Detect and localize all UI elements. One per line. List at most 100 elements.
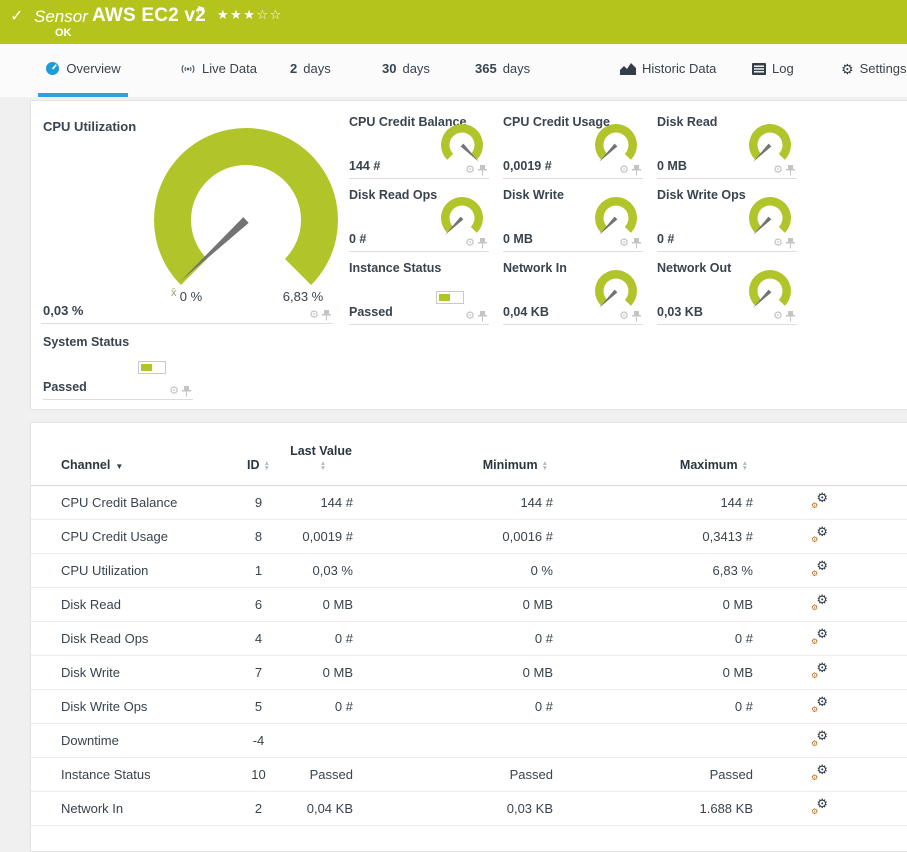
channel-gear-icon[interactable]: ⚙ [465, 311, 475, 322]
pin-icon[interactable] [632, 238, 641, 249]
tab-historic-data[interactable]: Historic Data [620, 44, 716, 93]
channel-settings-icon[interactable]: ⚙ ⚙ [811, 661, 828, 680]
channel-settings-icon[interactable]: ⚙ ⚙ [811, 695, 828, 714]
pin-icon[interactable] [478, 311, 487, 322]
panel-actions: ⚙ [619, 311, 641, 322]
pin-icon[interactable] [786, 311, 795, 322]
channel-gear-icon[interactable]: ⚙ [773, 165, 783, 176]
sort-icon: ▲ ▼ [319, 459, 327, 472]
tab-settings[interactable]: ⚙ Settings [841, 44, 907, 93]
panel-actions: ⚙ [773, 311, 795, 322]
tab-live-data[interactable]: Live Data [180, 44, 257, 93]
channel-name[interactable]: Disk Read [31, 587, 231, 622]
channel-settings-icon[interactable]: ⚙ ⚙ [811, 559, 828, 578]
pin-icon[interactable] [632, 165, 641, 176]
panel-title: Disk Read Ops [349, 188, 438, 202]
tab-label-number: 365 [475, 61, 497, 76]
table-row-cpu-credit-balance: CPU Credit Balance 9 144 #144 #144 # ⚙ ⚙ [31, 485, 907, 520]
maximum-value [556, 723, 756, 758]
column-header-minimum[interactable]: Minimum ▲ ▼ [356, 443, 556, 486]
channel-name[interactable]: CPU Credit Usage [31, 519, 231, 554]
last-value: 0 # [286, 621, 356, 656]
channel-settings-icon[interactable]: ⚙ ⚙ [811, 627, 828, 646]
channel-settings-icon[interactable]: ⚙ ⚙ [811, 797, 828, 816]
panel-title: Disk Read [657, 115, 718, 129]
channel-name[interactable]: Downtime [31, 723, 231, 758]
channel-gear-icon[interactable]: ⚙ [619, 311, 629, 322]
row-actions-cell: ⚙ ⚙ [756, 689, 907, 724]
channel-name[interactable]: CPU Utilization [31, 553, 231, 588]
mini-panel-disk-write: Disk Write 0 MB ⚙ [503, 186, 643, 252]
panel-title: System Status [43, 335, 130, 349]
row-actions-cell: ⚙ ⚙ [756, 791, 907, 826]
channel-name[interactable]: CPU Credit Balance [31, 485, 231, 520]
sort-desc-icon: ▼ [115, 462, 124, 471]
column-header-maximum[interactable]: Maximum ▲ ▼ [556, 443, 756, 486]
channel-settings-icon[interactable]: ⚙ ⚙ [811, 491, 828, 510]
channel-id: 7 [231, 655, 286, 690]
panel-title: Disk Write [503, 188, 564, 202]
channel-gear-icon[interactable]: ⚙ [309, 310, 319, 321]
table-row-instance-status: Instance Status 10 Passed Passed Passed ⚙ ⚙ [31, 757, 907, 792]
mini-gauge [749, 124, 791, 162]
column-header-last-value[interactable]: Last Value ▲ ▼ [286, 443, 356, 486]
mini-panel-disk-write-ops: Disk Write Ops 0 # ⚙ [657, 186, 797, 252]
channel-settings-icon[interactable]: ⚙ ⚙ [811, 763, 828, 782]
pin-icon[interactable] [632, 311, 641, 322]
channel-name[interactable]: Instance Status [31, 757, 231, 792]
priority-stars[interactable]: ★★★☆☆ [217, 7, 283, 23]
channel-name[interactable]: Disk Write [31, 655, 231, 690]
flag-icon[interactable]: ⚑ [196, 4, 206, 17]
channel-settings-icon[interactable]: ⚙ ⚙ [811, 525, 828, 544]
tab-label-number: 2 [290, 61, 298, 76]
pin-icon[interactable] [478, 238, 487, 249]
tab-2-days[interactable]: 2 days [290, 44, 331, 93]
channel-settings-icon[interactable]: ⚙ ⚙ [811, 593, 828, 612]
minimum-value: Passed [356, 757, 556, 792]
panel-value: 0 # [657, 232, 675, 246]
channel-name[interactable]: Disk Read Ops [31, 621, 231, 656]
mini-panel-disk-read: Disk Read 0 MB ⚙ [657, 113, 797, 179]
pin-icon[interactable] [182, 386, 191, 397]
panel-value: 0 # [349, 232, 367, 246]
channel-name[interactable]: Network In [31, 791, 231, 826]
channel-gear-icon[interactable]: ⚙ [773, 311, 783, 322]
channel-id: -4 [231, 723, 286, 758]
tab-log[interactable]: Log [752, 44, 794, 93]
table-row-disk-read-ops: Disk Read Ops 4 0 #0 #0 # ⚙ ⚙ [31, 621, 907, 656]
pin-icon[interactable] [322, 310, 331, 321]
panel-actions: ⚙ [619, 165, 641, 176]
channel-gear-icon[interactable]: ⚙ [773, 238, 783, 249]
sensor-title: AWS EC2 v2 [92, 5, 206, 26]
channel-gear-icon[interactable]: ⚙ [465, 238, 475, 249]
status-ok-check-icon: ✓ [10, 8, 24, 25]
mini-panel-network-out: Network Out 0,03 KB ⚙ [657, 259, 797, 325]
panel-value: 0,0019 # [503, 159, 552, 173]
row-actions-cell: ⚙ ⚙ [756, 621, 907, 656]
column-label: Channel [61, 458, 111, 472]
mini-panel-cpu-credit-usage: CPU Credit Usage 0,0019 # ⚙ [503, 113, 643, 179]
column-label: Maximum [679, 458, 738, 472]
last-value: 0 # [286, 689, 356, 724]
tab-30-days[interactable]: 30 days [382, 44, 430, 93]
channel-id: 2 [231, 791, 286, 826]
maximum-value: 144 # [556, 485, 756, 520]
channel-name[interactable]: Disk Write Ops [31, 689, 231, 724]
gauge-icon [46, 62, 60, 75]
pin-icon[interactable] [786, 238, 795, 249]
panel-actions: ⚙ [465, 165, 487, 176]
channel-gear-icon[interactable]: ⚙ [465, 165, 475, 176]
pin-icon[interactable] [786, 165, 795, 176]
tab-overview[interactable]: Overview [38, 44, 128, 97]
object-kind-label: Sensor [34, 7, 88, 26]
column-header-id[interactable]: ID ▲ ▼ [231, 443, 286, 486]
channel-gear-icon[interactable]: ⚙ [169, 386, 179, 397]
last-value: 0,04 KB [286, 791, 356, 826]
tab-365-days[interactable]: 365 days [475, 44, 530, 93]
column-header-channel[interactable]: Channel ▼ [31, 443, 231, 486]
pin-icon[interactable] [478, 165, 487, 176]
maximum-value: 0,3413 # [556, 519, 756, 554]
channel-gear-icon[interactable]: ⚙ [619, 165, 629, 176]
channel-gear-icon[interactable]: ⚙ [619, 238, 629, 249]
channel-settings-icon[interactable]: ⚙ ⚙ [811, 729, 828, 748]
